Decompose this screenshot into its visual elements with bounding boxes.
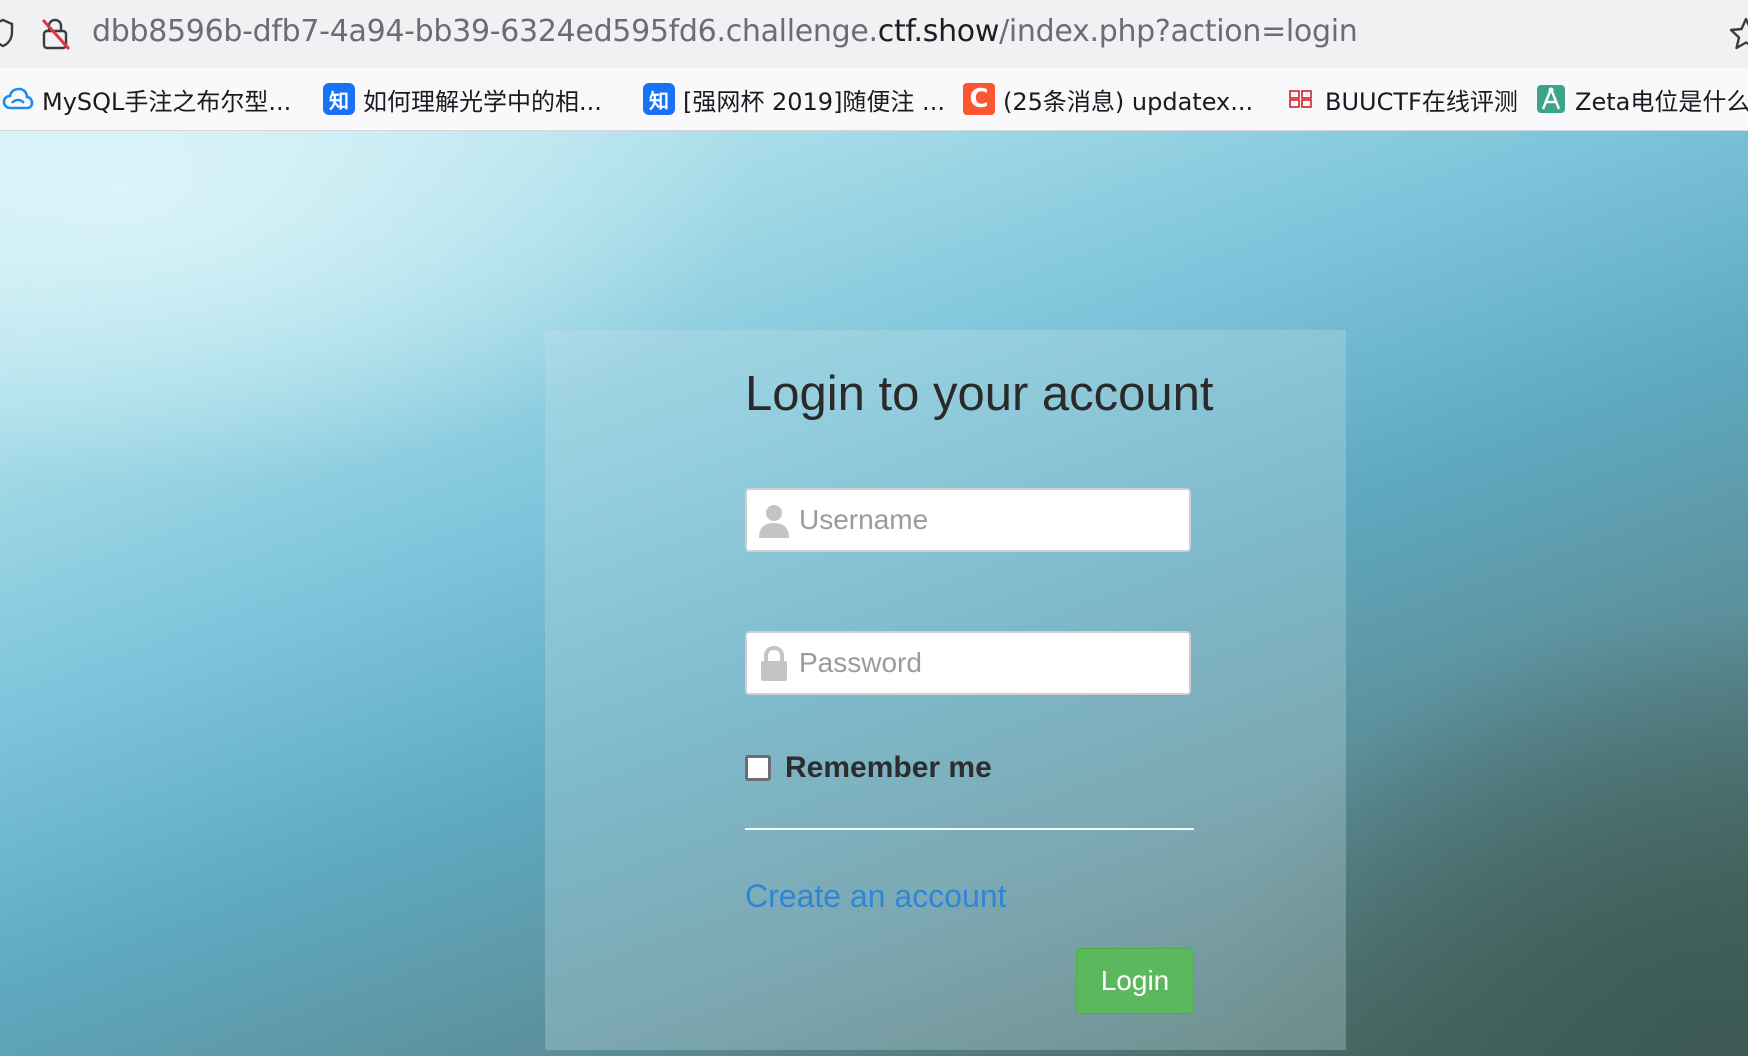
username-input[interactable] [799, 490, 1179, 550]
user-icon [759, 505, 789, 538]
bookmark-star-icon[interactable] [1728, 16, 1748, 52]
buuctf-icon [1285, 83, 1317, 115]
create-account-link[interactable]: Create an account [745, 878, 1007, 915]
url-prefix: dbb8596b-dfb7-4a94-bb39-6324ed595fd6.cha… [92, 14, 878, 49]
address-bar: dbb8596b-dfb7-4a94-bb39-6324ed595fd6.cha… [0, 0, 1748, 68]
lock-icon [761, 645, 787, 681]
bookmark-item[interactable]: 知 [强网杯 2019]随便注 ... [643, 82, 945, 116]
login-title: Login to your account [745, 367, 1214, 421]
compass-icon [1535, 83, 1567, 115]
insecure-lock-icon[interactable] [40, 17, 72, 51]
shield-icon[interactable] [0, 18, 14, 48]
bookmark-label: [强网杯 2019]随便注 ... [683, 87, 945, 116]
url-host: ctf.show [877, 14, 1000, 49]
login-button[interactable]: Login [1076, 948, 1194, 1014]
bookmarks-bar: MySQL手注之布尔型... 知 如何理解光学中的相... 知 [强网杯 201… [0, 68, 1748, 132]
bookmark-label: MySQL手注之布尔型... [42, 87, 292, 116]
login-panel: Login to your account Remember me Create… [545, 330, 1346, 1050]
bookmark-label: (25条消息) updatex... [1003, 87, 1254, 116]
url-field[interactable]: dbb8596b-dfb7-4a94-bb39-6324ed595fd6.cha… [92, 14, 1358, 49]
bookmark-item[interactable]: MySQL手注之布尔型... [2, 82, 291, 116]
url-path: /index.php?action=login [999, 14, 1358, 49]
bookmark-item[interactable]: C (25条消息) updatex... [963, 82, 1253, 116]
bookmark-label: BUUCTF在线评测 [1325, 87, 1518, 116]
cloud-icon [2, 83, 34, 115]
password-field[interactable] [745, 631, 1191, 695]
zhihu-icon: 知 [323, 83, 355, 115]
remember-me-checkbox[interactable] [745, 755, 771, 781]
bookmark-item[interactable]: BUUCTF在线评测 [1285, 82, 1518, 116]
bookmark-label: 如何理解光学中的相... [363, 87, 602, 116]
page-background: Login to your account Remember me Create… [0, 131, 1748, 1056]
password-input[interactable] [799, 633, 1179, 693]
divider [745, 828, 1194, 830]
zhihu-icon: 知 [643, 83, 675, 115]
bookmark-label: Zeta电位是什么 [1575, 87, 1748, 116]
username-field[interactable] [745, 488, 1191, 552]
csdn-icon: C [963, 83, 995, 115]
remember-me-label[interactable]: Remember me [785, 751, 992, 785]
bookmark-item[interactable]: Zeta电位是什么 [1535, 82, 1748, 116]
bookmark-item[interactable]: 知 如何理解光学中的相... [323, 82, 602, 116]
remember-me: Remember me [745, 750, 992, 786]
